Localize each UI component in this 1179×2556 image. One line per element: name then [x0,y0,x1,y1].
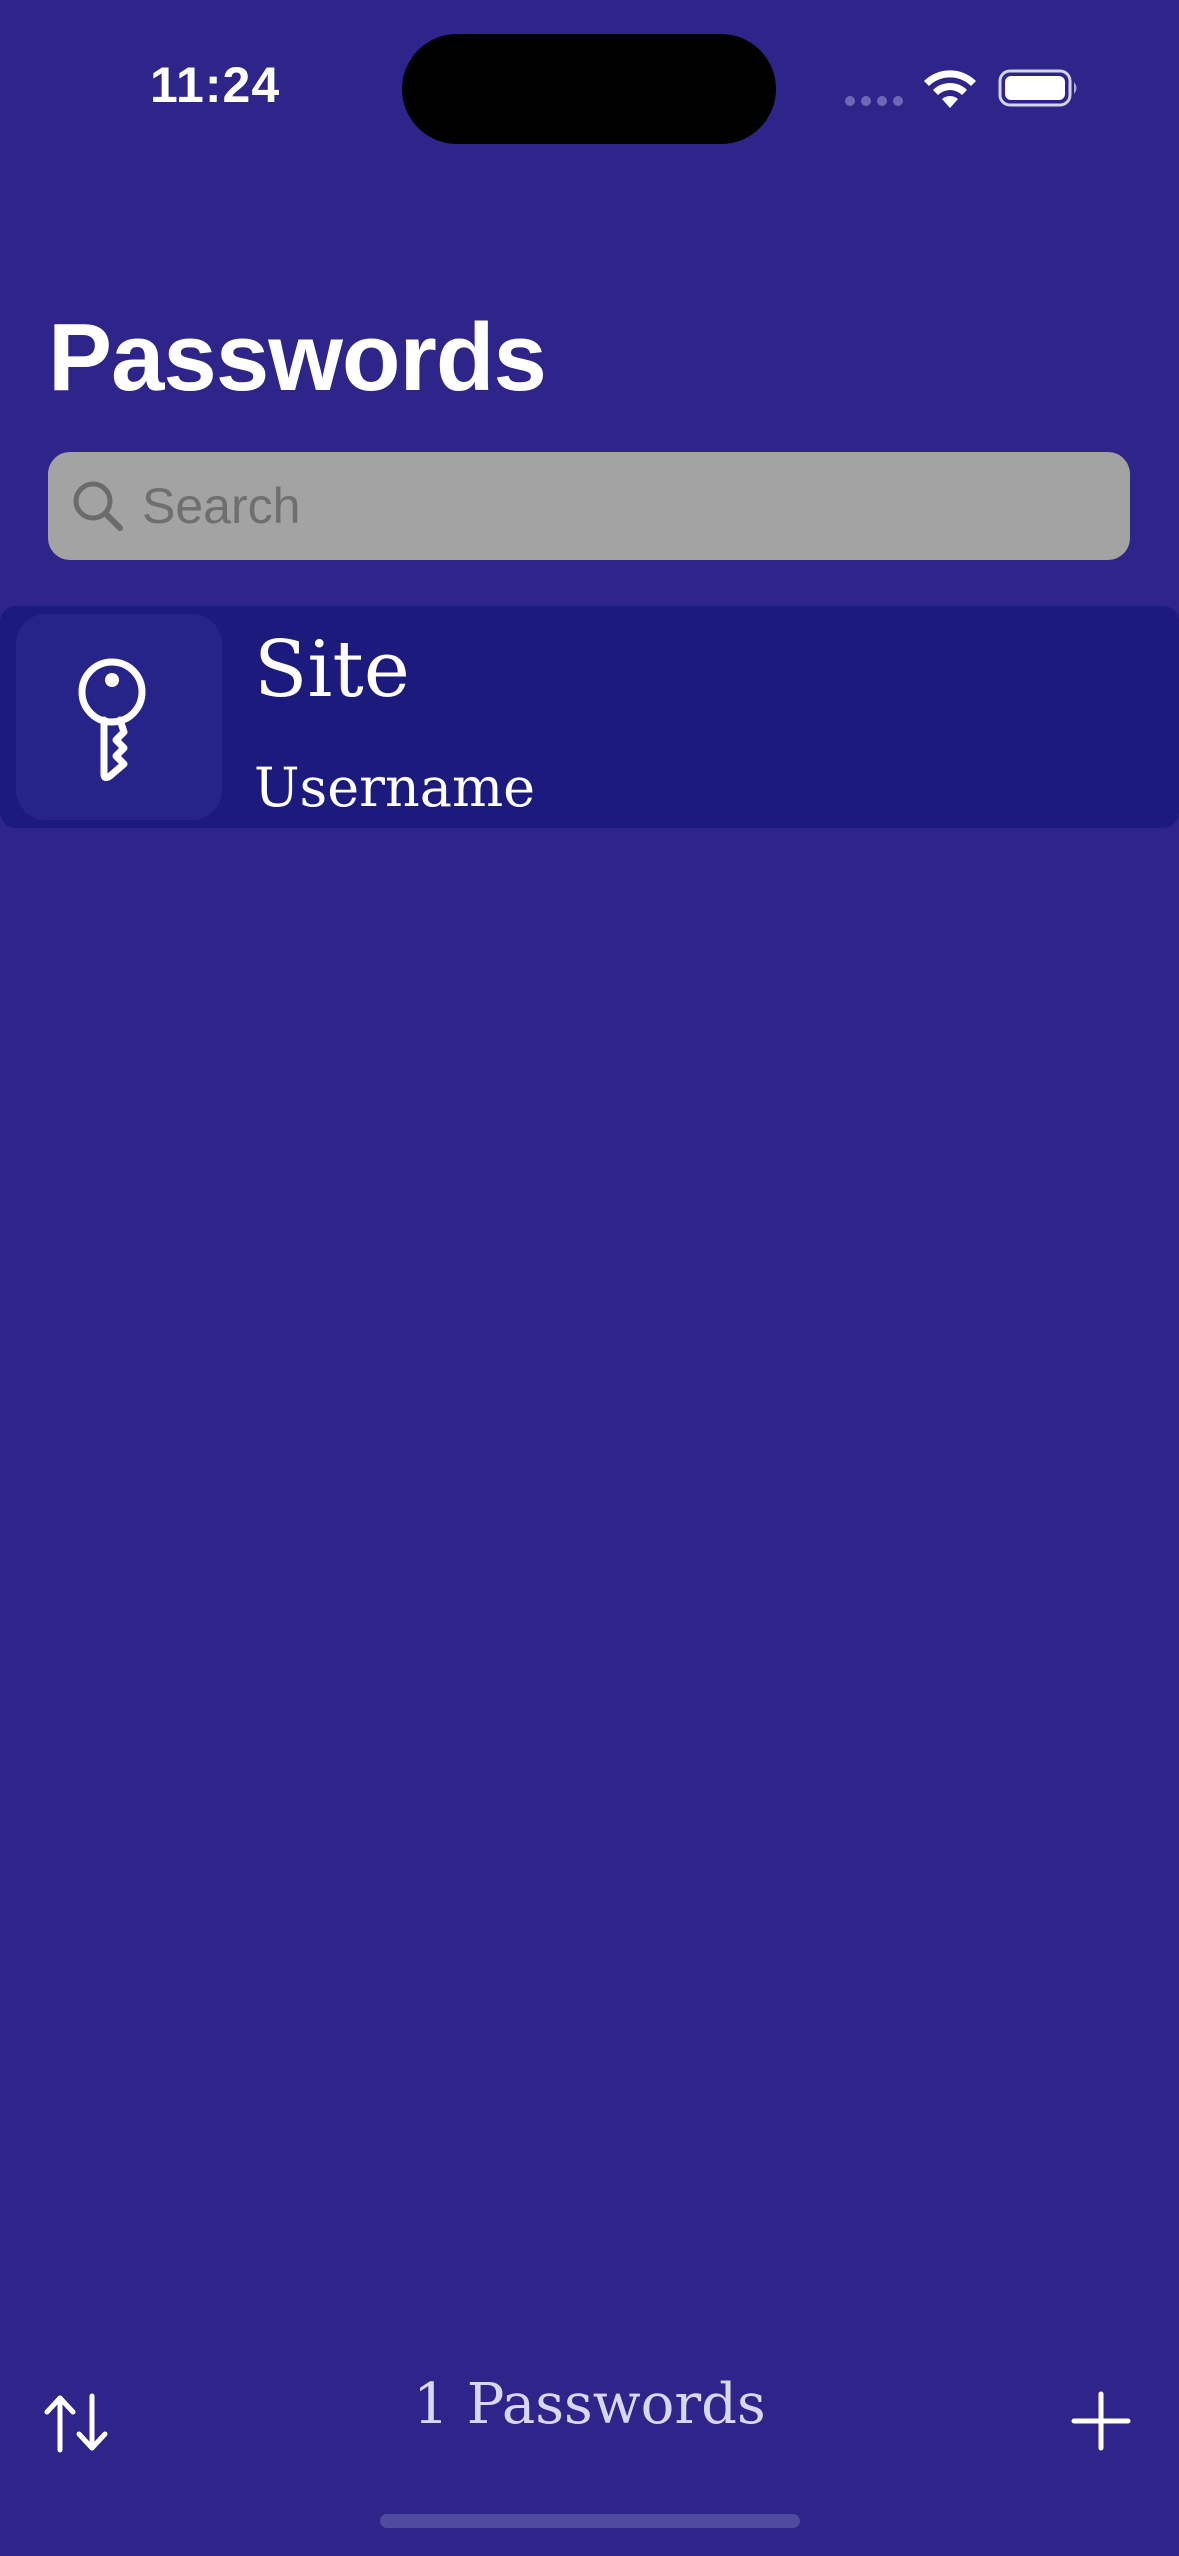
add-password-button[interactable] [1068,2388,1134,2454]
home-indicator[interactable] [380,2514,800,2528]
battery-icon [998,69,1077,107]
search-bar[interactable] [48,452,1130,560]
password-site: Site [254,625,410,715]
search-input[interactable] [142,452,1102,560]
search-icon [73,481,123,531]
status-time: 11:24 [150,57,281,113]
status-bar: 11:24 [0,0,1179,180]
key-icon [78,658,146,782]
signal-dots-icon [845,96,903,106]
password-username: Username [254,756,536,819]
password-row[interactable]: Site Username [0,606,1179,828]
wifi-icon [924,70,976,108]
password-icon-tile [16,614,222,820]
page-title: Passwords [48,304,547,411]
dynamic-island [402,34,776,144]
password-count: 1 Passwords [413,2372,766,2437]
